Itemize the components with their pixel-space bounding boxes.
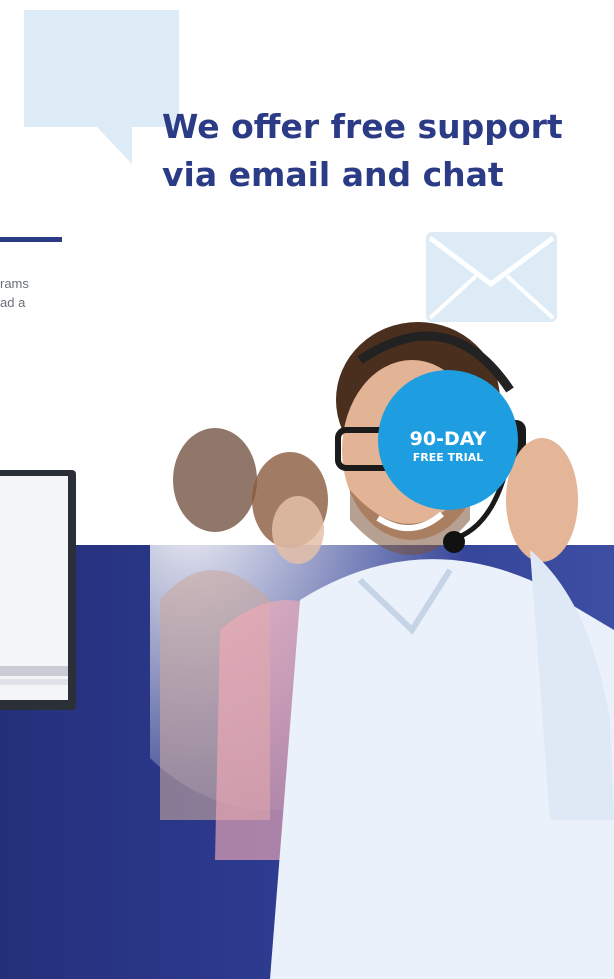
badge-title: 90-DAY [409, 428, 487, 450]
speech-bubble-icon [24, 10, 179, 127]
page-headline: We offer free support via email and chat [162, 107, 563, 194]
support-agents-photo [150, 300, 614, 979]
badge-subtitle: FREE TRIAL [412, 451, 484, 464]
clipped-paragraph: rams ad a [0, 276, 29, 310]
section-underline [0, 237, 62, 242]
monitor-taskbar [0, 679, 68, 685]
free-trial-badge: 90-DAY FREE TRIAL [378, 370, 518, 510]
monitor-status-bar [0, 666, 68, 676]
speech-bubble-tail [96, 126, 132, 164]
